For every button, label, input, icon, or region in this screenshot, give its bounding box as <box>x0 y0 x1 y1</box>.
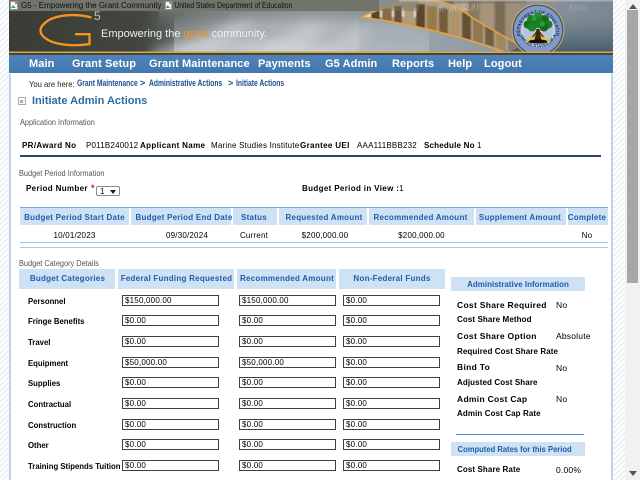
svg-text:|f(x)f(√Ω,θ): |f(x)f(√Ω,θ) <box>437 2 479 12</box>
svg-text:Empowering the grant community: Empowering the grant community. <box>101 28 267 40</box>
svg-text:5: 5 <box>94 9 101 23</box>
svg-text:f(λ)dx: f(λ)dx <box>569 3 588 12</box>
